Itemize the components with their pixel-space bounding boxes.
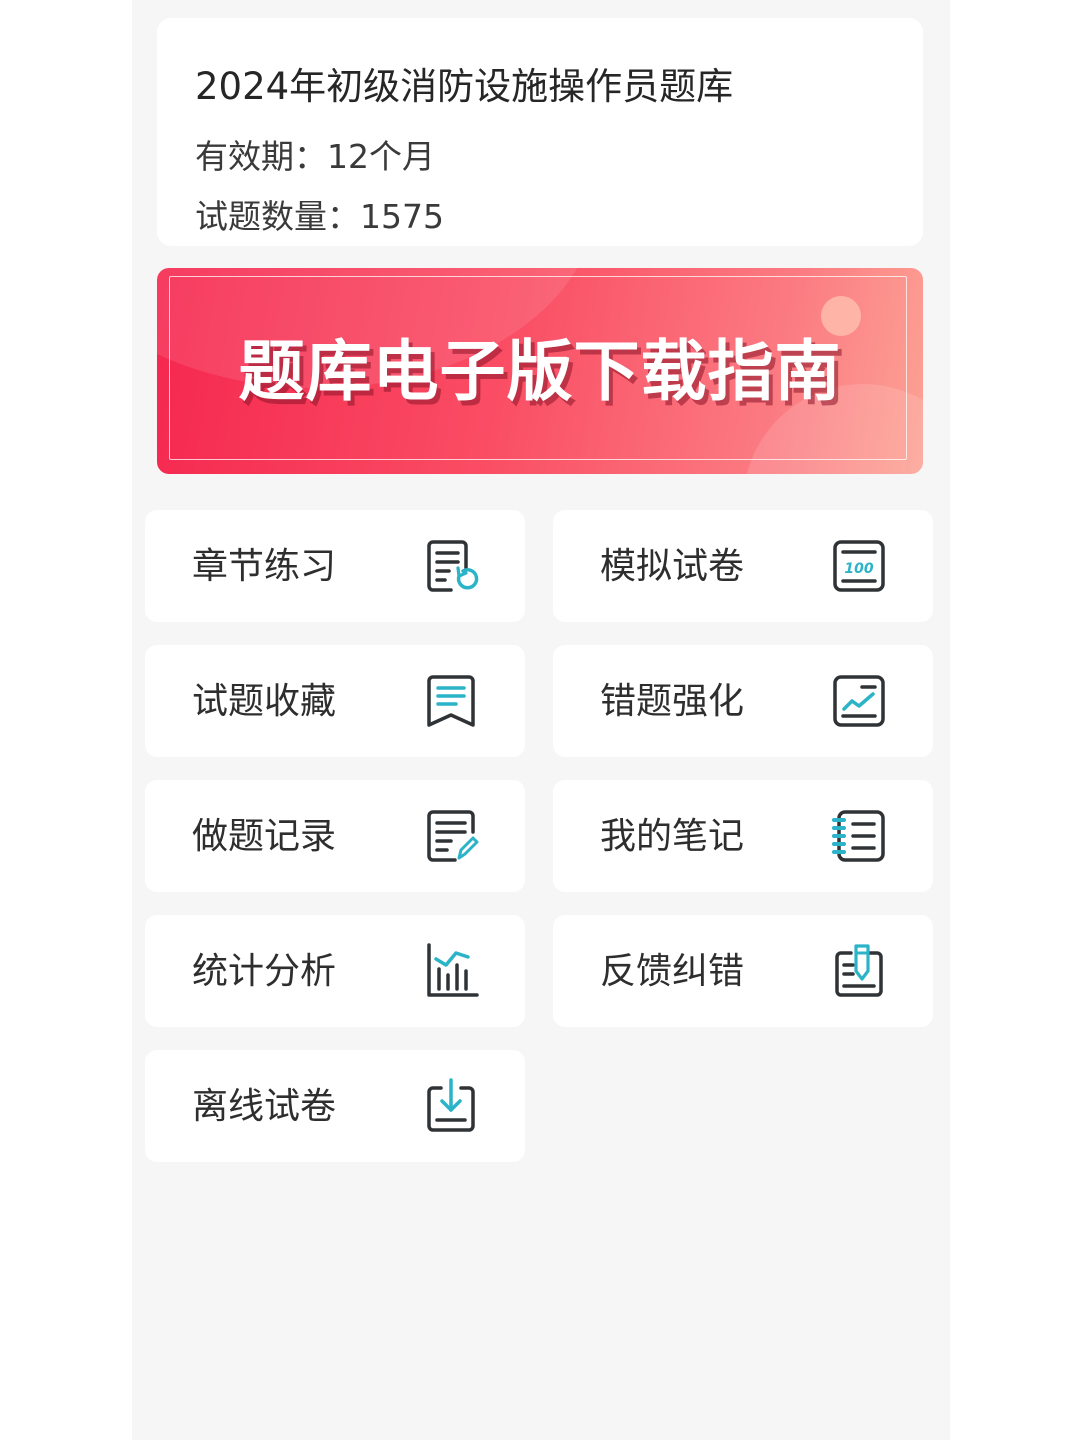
banner-title: 题库电子版下载指南 bbox=[238, 333, 842, 410]
question-count: 试题数量：1575 bbox=[195, 197, 444, 236]
mock-exam-icon: 100 bbox=[829, 536, 889, 596]
exam-title: 2024年初级消防设施操作员题库 bbox=[195, 65, 734, 108]
svg-text:100: 100 bbox=[844, 561, 873, 577]
validity-period: 有效期：12个月 bbox=[195, 137, 435, 176]
menu-item-label: 离线试卷 bbox=[192, 1086, 337, 1127]
menu-feedback[interactable]: 反馈纠错 bbox=[553, 915, 933, 1027]
menu-item-label: 模拟试卷 bbox=[600, 546, 745, 587]
feedback-icon bbox=[829, 941, 889, 1001]
menu-item-label: 章节练习 bbox=[192, 546, 337, 587]
menu-item-label: 反馈纠错 bbox=[600, 951, 745, 992]
app-screen: 2024年初级消防设施操作员题库 有效期：12个月 试题数量：1575 题库电子… bbox=[132, 0, 950, 1440]
menu-wrong-question-review[interactable]: 错题强化 bbox=[553, 645, 933, 757]
menu-practice-history[interactable]: 做题记录 bbox=[145, 780, 525, 892]
edit-document-icon bbox=[421, 806, 481, 866]
menu-mock-exam[interactable]: 模拟试卷 100 bbox=[553, 510, 933, 622]
bar-chart-icon bbox=[421, 941, 481, 1001]
menu-statistics[interactable]: 统计分析 bbox=[145, 915, 525, 1027]
menu-question-favorites[interactable]: 试题收藏 bbox=[145, 645, 525, 757]
menu-chapter-practice[interactable]: 章节练习 bbox=[145, 510, 525, 622]
bookmark-icon bbox=[421, 671, 481, 731]
download-guide-banner[interactable]: 题库电子版下载指南 bbox=[157, 268, 923, 474]
menu-item-label: 我的笔记 bbox=[600, 816, 745, 857]
exam-info-card: 2024年初级消防设施操作员题库 有效期：12个月 试题数量：1575 bbox=[157, 18, 923, 246]
menu-item-label: 做题记录 bbox=[192, 816, 337, 857]
notebook-icon bbox=[829, 806, 889, 866]
chapter-practice-icon bbox=[421, 536, 481, 596]
menu-item-label: 统计分析 bbox=[192, 951, 337, 992]
menu-item-label: 试题收藏 bbox=[192, 681, 337, 722]
download-icon bbox=[421, 1076, 481, 1136]
menu-offline-exam[interactable]: 离线试卷 bbox=[145, 1050, 525, 1162]
trend-chart-icon bbox=[829, 671, 889, 731]
menu-item-label: 错题强化 bbox=[600, 681, 745, 722]
menu-my-notes[interactable]: 我的笔记 bbox=[553, 780, 933, 892]
